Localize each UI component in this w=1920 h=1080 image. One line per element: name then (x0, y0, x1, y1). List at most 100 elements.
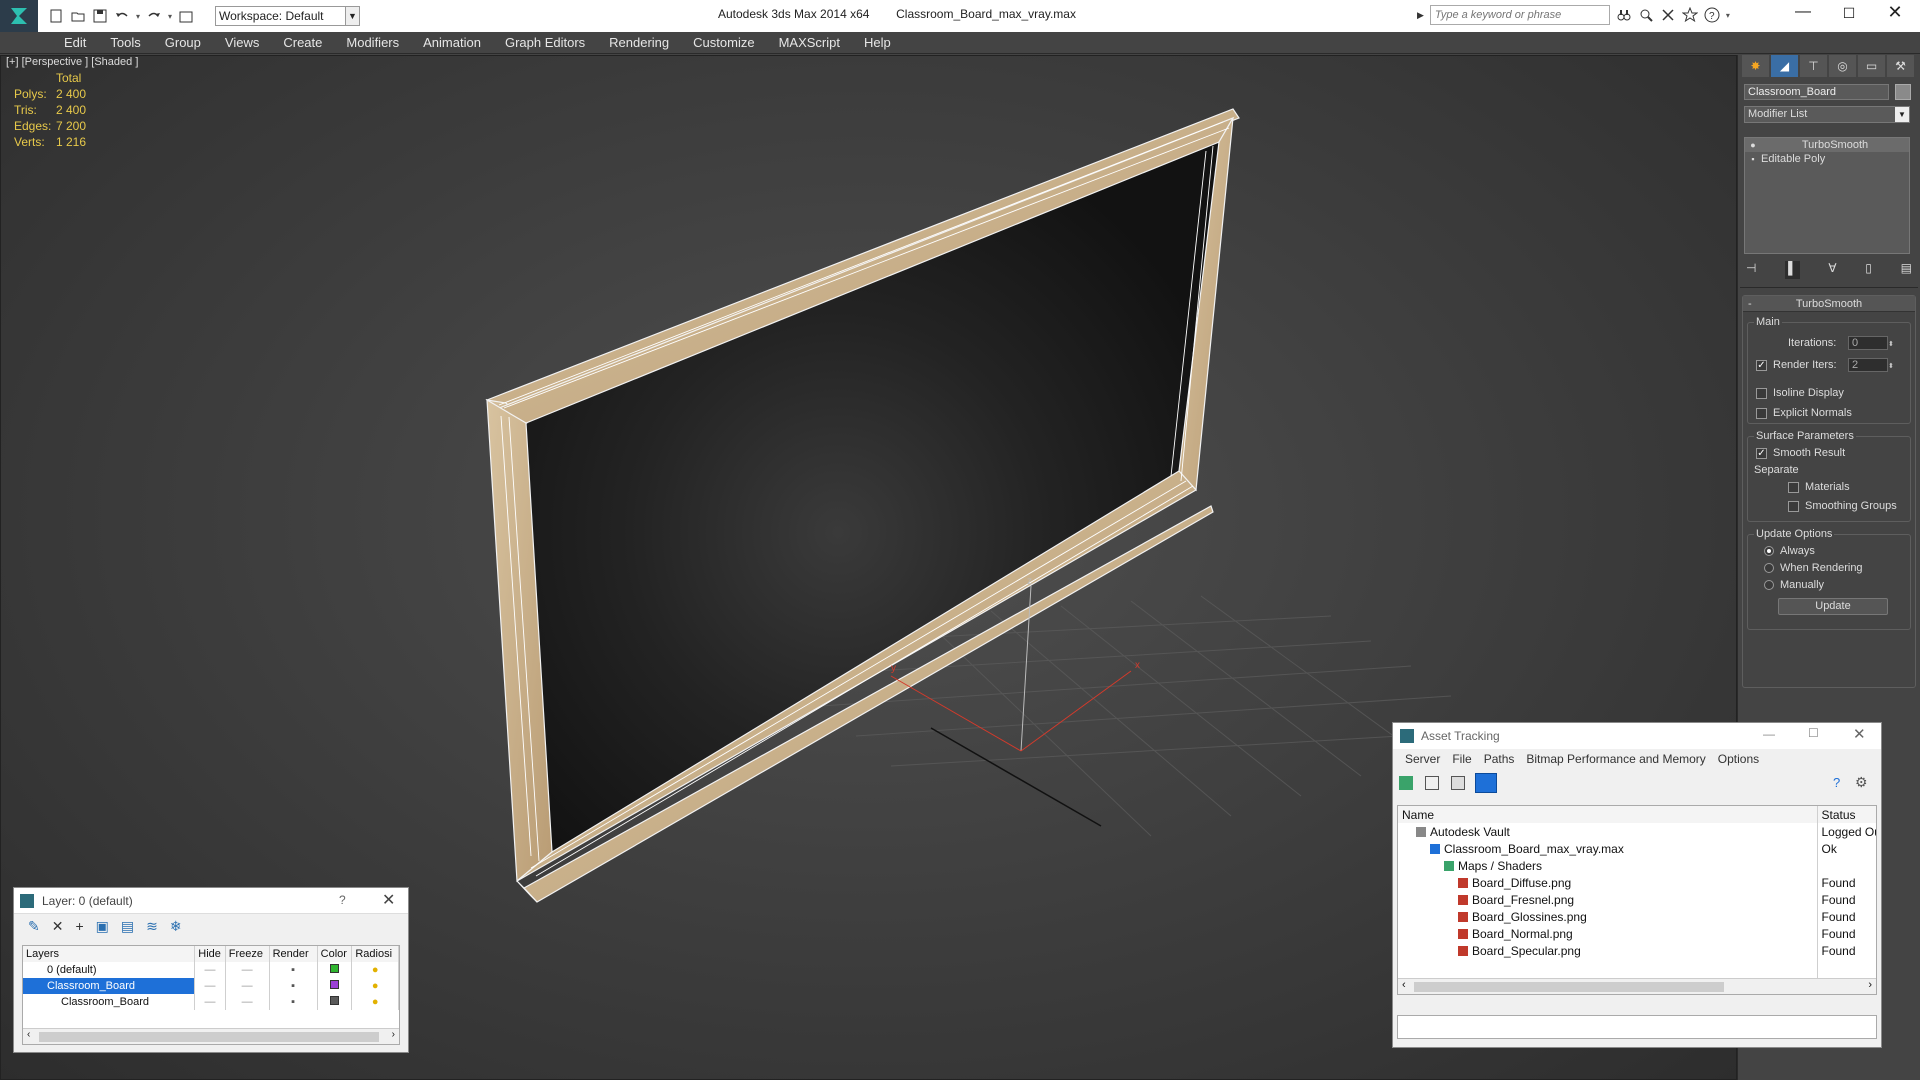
scroll-thumb[interactable] (1414, 982, 1724, 992)
explicit-normals-row[interactable]: Explicit Normals (1756, 407, 1852, 419)
modify-tab-icon[interactable]: ◢ (1771, 55, 1798, 77)
layer-row[interactable]: Classroom_Board — — ▪ ● (23, 994, 399, 1010)
update-button[interactable]: Update (1778, 598, 1888, 615)
asset-menu-paths[interactable]: Paths (1478, 752, 1521, 766)
render-iters-spinner[interactable]: 2 ⬍ (1848, 357, 1894, 372)
scroll-left-icon[interactable]: ‹ (27, 1029, 30, 1040)
modifier-list-dropdown[interactable]: Modifier List ▼ (1744, 106, 1910, 123)
workspace-dropdown[interactable]: Workspace: Default ▼ (215, 6, 360, 26)
layer-column-header[interactable]: Hide (194, 946, 226, 962)
layer-column-header[interactable]: Radiosi (351, 946, 399, 962)
scroll-right-icon[interactable]: › (1868, 979, 1872, 991)
always-row[interactable]: Always (1764, 545, 1815, 557)
layer-window-titlebar[interactable]: Layer: 0 (default) ? ✕ (14, 888, 408, 914)
materials-checkbox[interactable] (1788, 481, 1799, 493)
layer-hscrollbar[interactable]: ‹ › (23, 1028, 399, 1044)
binoculars-icon[interactable] (1616, 7, 1632, 23)
radiosity-icon[interactable]: ● (351, 978, 399, 994)
menu-tools[interactable]: Tools (98, 32, 152, 54)
undo-icon[interactable] (114, 8, 130, 24)
asset-row[interactable]: Board_Diffuse.png Found (1398, 874, 1876, 891)
spinner-arrows-icon[interactable]: ⬍ (1888, 341, 1894, 348)
scroll-thumb[interactable] (39, 1032, 379, 1042)
rollout-header[interactable]: - TurboSmooth (1743, 296, 1915, 312)
asset-row[interactable]: Autodesk Vault Logged Ou (1398, 823, 1876, 840)
hide-all-icon[interactable]: ≋ (146, 918, 158, 935)
radiosity-icon[interactable]: ● (351, 994, 399, 1010)
asset-column-header[interactable]: Status (1817, 806, 1876, 823)
freeze-toggle[interactable]: — (225, 978, 270, 994)
freeze-all-icon[interactable]: ❄ (170, 918, 182, 935)
menu-help[interactable]: Help (852, 32, 903, 54)
help-dropdown-icon[interactable]: ▾ (1726, 11, 1730, 20)
pin-stack-icon[interactable]: ⊣ (1746, 261, 1756, 279)
materials-row[interactable]: Materials (1788, 481, 1850, 493)
layer-column-header[interactable]: Color (317, 946, 353, 962)
favorites-star-icon[interactable] (1681, 7, 1698, 23)
asset-maximize-button[interactable]: ☐ (1808, 726, 1819, 740)
asset-row[interactable]: Board_Normal.png Found (1398, 925, 1876, 942)
layer-row[interactable]: 0 (default) — — ▪ ● (23, 962, 399, 978)
select-objects-icon[interactable]: ▣ (96, 918, 109, 935)
delete-layer-icon[interactable]: ✕ (52, 918, 64, 935)
hide-toggle[interactable]: — (194, 962, 226, 978)
asset-menu-options[interactable]: Options (1712, 752, 1765, 766)
layer-color-swatch[interactable] (330, 996, 339, 1005)
manually-radio[interactable] (1764, 580, 1774, 591)
search-expand-icon[interactable]: ▶ (1417, 10, 1424, 21)
create-tab-icon[interactable]: ✸ (1742, 55, 1769, 77)
expand-plus-icon[interactable]: ▪ (1745, 152, 1761, 166)
asset-row[interactable]: Board_Fresnel.png Found (1398, 891, 1876, 908)
menu-group[interactable]: Group (153, 32, 213, 54)
layer-column-header[interactable]: Freeze (225, 946, 270, 962)
communication-icon[interactable] (1660, 7, 1676, 23)
layer-color-swatch[interactable] (330, 964, 339, 973)
render-toggle-icon[interactable]: ▪ (269, 962, 318, 978)
minimize-button[interactable]: — (1780, 0, 1826, 26)
help-icon[interactable]: ? (1704, 7, 1720, 23)
save-icon[interactable] (92, 8, 108, 24)
layer-close-button[interactable]: ✕ (382, 890, 395, 910)
asset-minimize-button[interactable]: — (1763, 727, 1775, 741)
smoothing-groups-checkbox[interactable] (1788, 500, 1799, 512)
asset-close-button[interactable]: ✕ (1853, 725, 1866, 743)
open-file-icon[interactable] (70, 8, 86, 24)
when-rendering-radio[interactable] (1764, 563, 1774, 574)
asset-menu-file[interactable]: File (1446, 752, 1477, 766)
render-toggle-icon[interactable]: ▪ (269, 978, 318, 994)
menu-customize[interactable]: Customize (681, 32, 766, 54)
new-layer-icon[interactable]: ✎ (28, 918, 40, 935)
menu-create[interactable]: Create (271, 32, 334, 54)
asset-row[interactable]: Board_Specular.png Found (1398, 942, 1876, 959)
always-radio[interactable] (1764, 546, 1774, 557)
utilities-tab-icon[interactable]: ⚒ (1887, 55, 1914, 77)
radiosity-icon[interactable]: ● (351, 962, 399, 978)
layer-color-swatch[interactable] (330, 980, 339, 989)
maximize-button[interactable]: ☐ (1826, 0, 1872, 26)
scroll-left-icon[interactable]: ‹ (1402, 979, 1406, 991)
layer-column-header[interactable]: Render (269, 946, 318, 962)
stack-item-turbosmooth[interactable]: ● TurboSmooth (1745, 138, 1909, 152)
undo-dropdown-icon[interactable]: ▾ (136, 12, 140, 21)
hide-toggle[interactable]: — (194, 978, 226, 994)
add-to-layer-icon[interactable]: + (75, 918, 83, 934)
asset-menu-server[interactable]: Server (1399, 752, 1446, 766)
scroll-right-icon[interactable]: › (392, 1029, 395, 1040)
asset-menu-bitmap-performance-and-memory[interactable]: Bitmap Performance and Memory (1520, 752, 1711, 766)
layer-row[interactable]: Classroom_Board — — ▪ ● (23, 978, 399, 994)
spinner-arrows-icon[interactable]: ⬍ (1888, 363, 1894, 370)
close-button[interactable]: ✕ (1872, 0, 1918, 26)
subscription-icon[interactable] (1638, 7, 1654, 23)
help-icon[interactable]: ? (1833, 775, 1840, 790)
lightbulb-icon[interactable]: ● (1745, 138, 1761, 152)
menu-edit[interactable]: Edit (52, 32, 98, 54)
menu-maxscript[interactable]: MAXScript (767, 32, 852, 54)
show-end-result-icon[interactable]: ▌ (1785, 261, 1800, 279)
display-tab-icon[interactable]: ▭ (1858, 55, 1885, 77)
refresh-icon[interactable] (1399, 776, 1413, 790)
iterations-spinner[interactable]: 0 ⬍ (1848, 335, 1894, 350)
stack-item-editable-poly[interactable]: ▪ Editable Poly (1745, 152, 1909, 166)
iterations-value[interactable]: 0 (1848, 335, 1888, 350)
render-iters-value[interactable]: 2 (1848, 357, 1888, 372)
motion-tab-icon[interactable]: ◎ (1829, 55, 1856, 77)
